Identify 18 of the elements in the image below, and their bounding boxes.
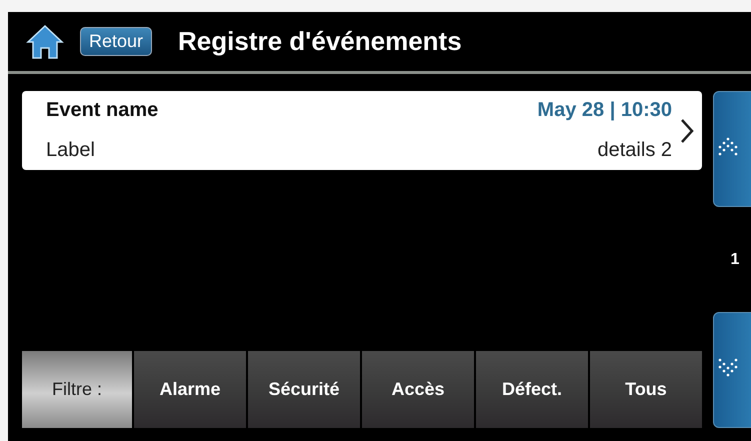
event-date: May 28 | 10:30: [537, 99, 672, 122]
scroll-up-button[interactable]: [713, 91, 751, 207]
home-icon[interactable]: [26, 24, 64, 60]
scroll-down-button[interactable]: [713, 312, 751, 428]
event-details: details 2: [596, 138, 672, 162]
event-row[interactable]: Event name May 28 | 10:30 Label details 2: [22, 91, 702, 170]
filter-tab[interactable]: Tous: [590, 351, 702, 428]
filter-tab[interactable]: Défect.: [476, 351, 588, 428]
page-number: 1: [730, 250, 740, 268]
screen-title: Registre d'événements: [178, 26, 462, 57]
filter-tab[interactable]: Alarme: [134, 351, 246, 428]
event-name: Event name: [46, 99, 160, 122]
filter-tab[interactable]: Accès: [362, 351, 474, 428]
back-button[interactable]: Retour: [80, 27, 152, 56]
chevron-right-icon: [680, 118, 694, 144]
event-label: Label: [46, 138, 96, 162]
filter-label: Filtre :: [22, 351, 132, 428]
filter-tab[interactable]: Sécurité: [248, 351, 360, 428]
